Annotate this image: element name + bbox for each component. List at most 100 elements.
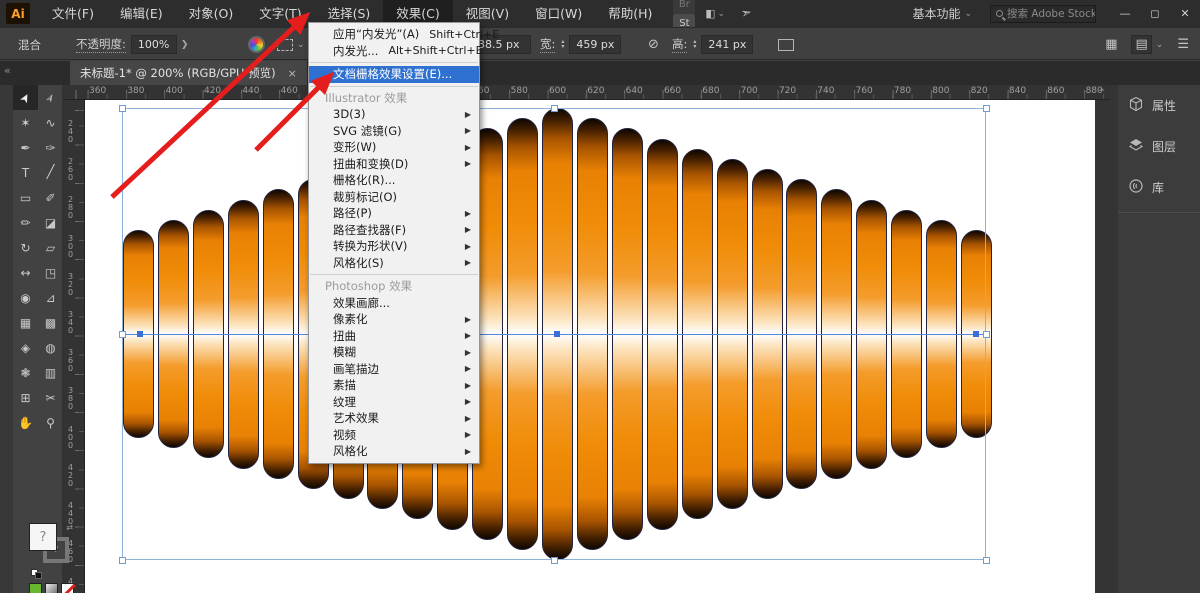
gradient-tool[interactable]: ▩	[38, 310, 63, 335]
mesh-tool[interactable]: ▦	[13, 310, 38, 335]
menubar-item-窗口(W)[interactable]: 窗口(W)	[522, 0, 595, 27]
selection-tool[interactable]: ➤	[13, 85, 38, 110]
fill-color-button[interactable]	[29, 583, 42, 593]
symbol-sprayer-tool[interactable]: ❃	[13, 360, 38, 385]
app-icon-Br[interactable]: Br	[673, 0, 695, 14]
effect-menu-item[interactable]: 栅格化(R)...	[309, 172, 479, 189]
scale-strokes-icon[interactable]	[778, 39, 794, 51]
pencil-tool[interactable]: ✏	[13, 210, 38, 235]
effect-menu-item[interactable]: SVG 滤镜(G)▶	[309, 123, 479, 140]
effect-menu-item[interactable]: 风格化(S)▶	[309, 255, 479, 272]
blend-tool[interactable]: ◍	[38, 335, 63, 360]
constrain-proportions-icon[interactable]: ⊘	[648, 37, 659, 52]
restore-button[interactable]: ◻	[1140, 0, 1170, 27]
pen-tool[interactable]: ✒	[13, 135, 38, 160]
effect-menu-item[interactable]: 应用“内发光”(A)Shift+Ctrl+E	[309, 26, 479, 43]
default-colors-icon[interactable]	[31, 569, 43, 579]
effect-menu-item[interactable]: 转换为形状(V)▶	[309, 238, 479, 255]
fill-color-indicator[interactable]: ?	[29, 523, 57, 551]
artboard-tool[interactable]: ⊞	[13, 385, 38, 410]
selection-handle[interactable]	[551, 557, 558, 564]
collapse-up-icon[interactable]: ^	[1098, 88, 1106, 98]
menubar-item-文字(T)[interactable]: 文字(T)	[246, 0, 314, 27]
hand-tool[interactable]: ✋	[13, 410, 38, 435]
path-anchor[interactable]	[554, 331, 560, 337]
effect-menu-item[interactable]: 扭曲和变换(D)▶	[309, 156, 479, 173]
share-icon[interactable]: ➣	[740, 5, 754, 22]
effect-menu-item[interactable]: 变形(W)▶	[309, 139, 479, 156]
collapse-panel-icon[interactable]: «	[4, 64, 11, 77]
direct-selection-tool[interactable]: ➢	[38, 85, 63, 110]
selection-handle[interactable]	[983, 331, 990, 338]
rotate-tool[interactable]: ↻	[13, 235, 38, 260]
width-input[interactable]: 459 px	[569, 35, 621, 54]
height-input[interactable]: 241 px	[701, 35, 753, 54]
perspective-grid-tool[interactable]: ⊿	[38, 285, 63, 310]
selection-handle[interactable]	[119, 331, 126, 338]
document-tab[interactable]: 未标题-1* @ 200% (RGB/GPU 预览) ×	[70, 61, 307, 85]
effect-menu-item[interactable]: 内发光...Alt+Shift+Ctrl+E	[309, 43, 479, 60]
effect-menu-item[interactable]: 风格化▶	[309, 443, 479, 460]
zoom-tool[interactable]: ⚲	[38, 410, 63, 435]
magic-wand-tool[interactable]: ✶	[13, 110, 38, 135]
search-input[interactable]	[1007, 8, 1095, 20]
selection-handle[interactable]	[551, 105, 558, 112]
stock-search-box[interactable]	[990, 5, 1096, 23]
effect-menu-item[interactable]: 3D(3)▶	[309, 106, 479, 123]
scale-tool[interactable]: ▱	[38, 235, 63, 260]
effect-menu-item[interactable]: 素描▶	[309, 377, 479, 394]
menubar-item-编辑(E)[interactable]: 编辑(E)	[107, 0, 176, 27]
transform-options-icon[interactable]	[277, 39, 293, 51]
free-transform-tool[interactable]: ◳	[38, 260, 63, 285]
workspace-switcher[interactable]: 基本功能 ⌄	[912, 5, 976, 22]
none-color-button[interactable]	[61, 583, 74, 593]
close-tab-icon[interactable]: ×	[288, 67, 297, 80]
gradient-button[interactable]	[45, 583, 58, 593]
effect-menu-item[interactable]: 纹理▶	[309, 394, 479, 411]
canvas[interactable]	[85, 100, 1095, 593]
type-tool[interactable]: T	[13, 160, 38, 185]
effect-menu-item[interactable]: 路径(P)▶	[309, 205, 479, 222]
selection-handle[interactable]	[119, 105, 126, 112]
chevron-down-icon[interactable]: ⌄	[717, 9, 725, 19]
eraser-tool[interactable]: ◪	[38, 210, 63, 235]
opacity-input[interactable]: 100%	[131, 35, 177, 54]
effect-menu-item[interactable]: 艺术效果▶	[309, 410, 479, 427]
line-segment-tool[interactable]: ╱	[38, 160, 63, 185]
effect-menu-item[interactable]: 像素化▶	[309, 311, 479, 328]
selection-handle[interactable]	[983, 557, 990, 564]
close-button[interactable]: ✕	[1170, 0, 1200, 27]
dock-panel-properties[interactable]: 属性	[1118, 85, 1200, 126]
dock-panel-layers[interactable]: 图层	[1118, 126, 1200, 167]
selection-handle[interactable]	[983, 105, 990, 112]
effect-menu-item[interactable]: 视频▶	[309, 427, 479, 444]
height-stepper[interactable]: ▴▾	[693, 40, 696, 49]
column-graph-tool[interactable]: ▥	[38, 360, 63, 385]
menubar-item-对象(O)[interactable]: 对象(O)	[176, 0, 247, 27]
slice-tool[interactable]: ✂	[38, 385, 63, 410]
effect-menu-item[interactable]: 路径查找器(F)▶	[309, 222, 479, 239]
effect-menu-item[interactable]: 扭曲▶	[309, 328, 479, 345]
selection-handle[interactable]	[119, 557, 126, 564]
effect-menu-item[interactable]: 文档栅格效果设置(E)...	[309, 66, 479, 83]
path-anchor[interactable]	[137, 331, 143, 337]
swap-fill-stroke-icon[interactable]: ⇄	[66, 523, 73, 532]
curvature-tool[interactable]: ✑	[38, 135, 63, 160]
menubar-item-帮助(H)[interactable]: 帮助(H)	[595, 0, 665, 27]
width-tool-tool[interactable]: ↔	[13, 260, 38, 285]
grid-options-icon[interactable]: ▦	[1105, 37, 1116, 52]
paintbrush-tool[interactable]: ✐	[38, 185, 63, 210]
effect-menu-item[interactable]: 画笔描边▶	[309, 361, 479, 378]
effect-menu-item[interactable]: 裁剪标记(O)	[309, 189, 479, 206]
opacity-label[interactable]: 不透明度:	[76, 36, 126, 53]
path-anchor[interactable]	[973, 331, 979, 337]
control-menu-icon[interactable]: ☰	[1177, 37, 1188, 52]
lasso-tool[interactable]: ∿	[38, 110, 63, 135]
dock-panel-libraries[interactable]: 库	[1118, 167, 1200, 208]
panel-toggle-icon[interactable]: ▤	[1131, 35, 1152, 54]
effect-menu-item[interactable]: 效果画廊...	[309, 295, 479, 312]
shape-builder-tool[interactable]: ◉	[13, 285, 38, 310]
minimize-button[interactable]: —	[1110, 0, 1140, 27]
more-chevron-icon[interactable]: ❯	[181, 40, 189, 50]
recolor-artwork-icon[interactable]	[248, 36, 265, 53]
